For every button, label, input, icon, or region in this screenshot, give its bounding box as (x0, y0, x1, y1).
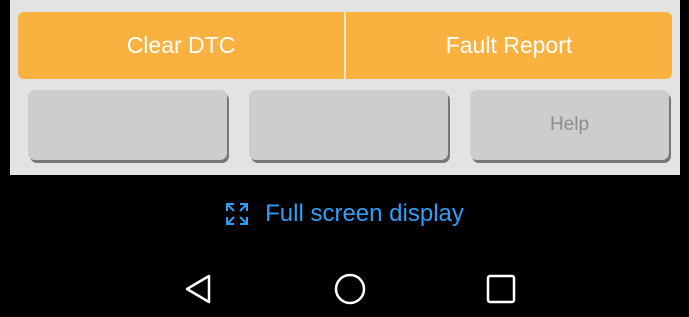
expand-icon (226, 203, 249, 225)
clear-dtc-button[interactable]: Clear DTC (18, 12, 344, 79)
help-button[interactable]: Help (470, 90, 669, 160)
back-triangle-icon[interactable] (183, 273, 213, 305)
home-circle-icon[interactable] (333, 272, 367, 306)
full-screen-label: Full screen display (265, 200, 464, 227)
blank-button-1[interactable] (28, 90, 227, 160)
action-bar: Clear DTC Fault Report (18, 12, 672, 79)
recents-square-icon[interactable] (485, 273, 517, 305)
fault-report-button[interactable]: Fault Report (346, 12, 672, 79)
full-screen-display-button[interactable]: Full screen display (0, 196, 689, 232)
blank-button-2[interactable] (249, 90, 448, 160)
